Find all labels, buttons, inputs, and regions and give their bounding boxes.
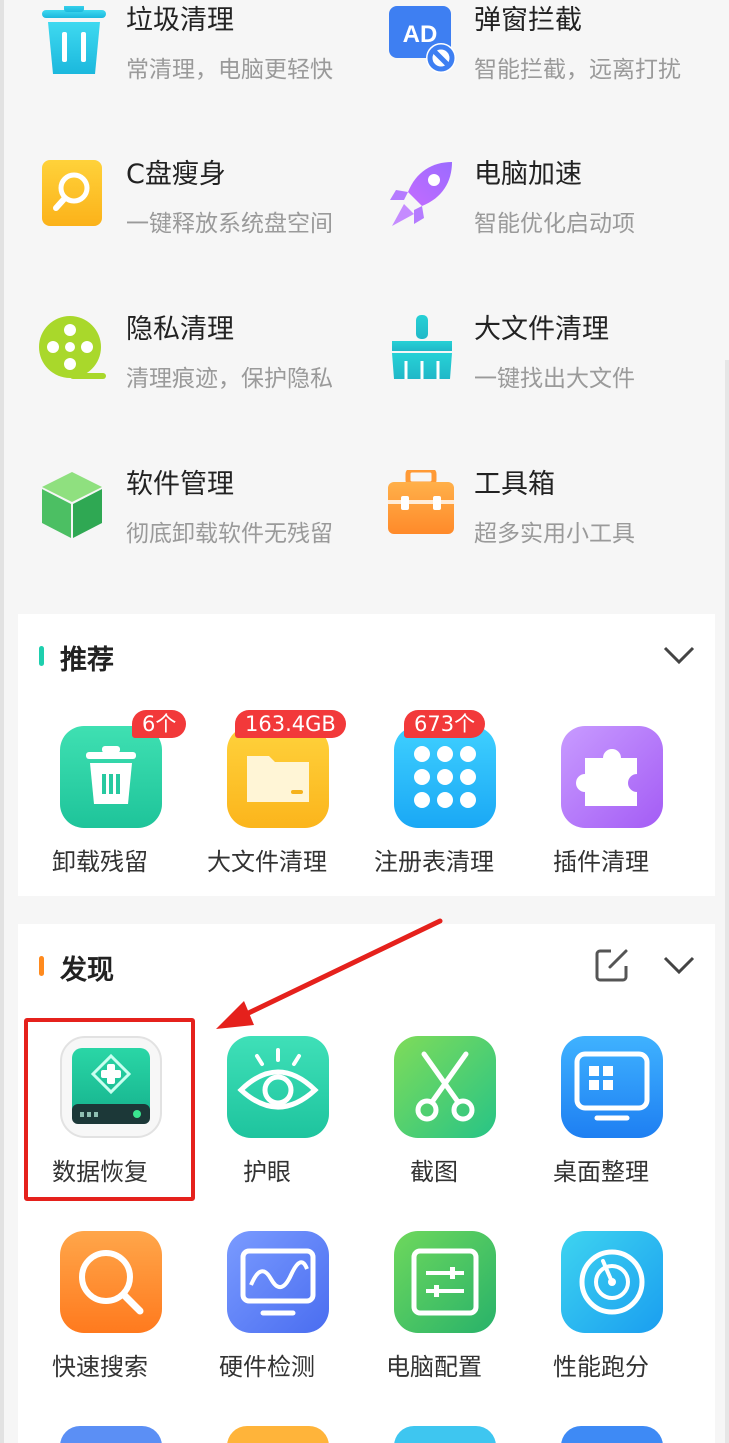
broom-icon <box>392 315 452 379</box>
recommend-item-label: 卸载残留 <box>52 848 148 876</box>
chevron-down-icon[interactable] <box>661 640 697 670</box>
count-badge: 673个 <box>404 710 486 738</box>
eye-icon <box>227 1036 329 1138</box>
size-badge: 163.4GB <box>235 710 346 738</box>
recommend-item-big-file[interactable]: 大文件清理 163.4GB <box>187 710 347 896</box>
recommend-item-plugin[interactable]: 插件清理 <box>521 726 681 896</box>
uninstall-trash-icon <box>60 726 162 828</box>
tool-big-file[interactable]: 大文件清理 一键找出大文件 <box>386 314 716 425</box>
tool-desc: 智能拦截，远离打扰 <box>474 57 681 83</box>
tool-title: C盘瘦身 <box>126 159 226 190</box>
count-badge: 6个 <box>132 710 187 738</box>
discover-item-eye-care[interactable]: 护眼 <box>187 1036 347 1206</box>
section-accent-bar <box>39 646 44 666</box>
svg-text:AD: AD <box>403 21 438 48</box>
discover-item-benchmark[interactable]: 性能跑分 <box>521 1231 681 1401</box>
discover-item-label: 性能跑分 <box>553 1353 649 1381</box>
discover-item-label: 电脑配置 <box>386 1353 482 1381</box>
app-icon-partial[interactable] <box>561 1426 663 1443</box>
puzzle-icon <box>561 726 663 828</box>
recommend-item-label: 注册表清理 <box>374 848 494 876</box>
section-title: 推荐 <box>60 645 114 676</box>
settings-panel-icon <box>394 1231 496 1333</box>
tool-title: 隐私清理 <box>126 314 234 345</box>
discover-item-quick-search[interactable]: 快速搜索 <box>20 1231 180 1401</box>
tool-popup-block[interactable]: AD 弹窗拦截 智能拦截，远离打扰 <box>386 5 716 116</box>
tool-desc: 智能优化启动项 <box>474 211 635 237</box>
discover-item-desktop-organize[interactable]: 桌面整理 <box>521 1036 681 1206</box>
rocket-icon <box>390 162 452 226</box>
tool-title: 工具箱 <box>474 469 555 500</box>
discover-item-screenshot[interactable]: 截图 <box>354 1036 514 1206</box>
desktop-grid-icon <box>561 1036 663 1138</box>
tool-speed-up[interactable]: 电脑加速 智能优化启动项 <box>386 159 716 270</box>
section-accent-bar <box>39 956 44 976</box>
tool-c-drive[interactable]: C盘瘦身 一键释放系统盘空间 <box>38 159 368 270</box>
discover-item-label: 硬件检测 <box>219 1353 315 1381</box>
highlight-box <box>24 1018 195 1201</box>
tool-desc: 一键找出大文件 <box>474 366 635 392</box>
chevron-down-icon[interactable] <box>661 950 697 980</box>
film-reel-icon <box>39 316 106 379</box>
discover-item-label: 快速搜索 <box>52 1353 148 1381</box>
trash-icon <box>42 6 106 74</box>
recommend-item-registry[interactable]: 注册表清理 673个 <box>354 710 514 896</box>
tool-title: 弹窗拦截 <box>474 5 582 36</box>
scissors-icon <box>394 1036 496 1138</box>
discover-item-label: 截图 <box>410 1158 458 1186</box>
recommend-card: 推荐 卸载残留 6个 大文件清理 163.4GB 注册表清理 673个 插件清理 <box>18 614 715 896</box>
app-icon-partial[interactable] <box>60 1426 162 1443</box>
tool-desc: 一键释放系统盘空间 <box>126 211 333 237</box>
tool-title: 软件管理 <box>126 469 234 500</box>
tool-title: 垃圾清理 <box>126 5 234 36</box>
annotation-arrow-icon <box>216 918 443 1029</box>
tool-privacy-clean[interactable]: 隐私清理 清理痕迹，保护隐私 <box>38 314 368 425</box>
scrollbar[interactable] <box>725 360 729 1443</box>
app-icon-partial[interactable] <box>394 1426 496 1443</box>
tool-junk-clean[interactable]: 垃圾清理 常清理，电脑更轻快 <box>38 5 368 116</box>
app-icon-partial[interactable] <box>227 1426 329 1443</box>
recommend-item-label: 插件清理 <box>553 848 649 876</box>
section-title: 发现 <box>60 955 114 986</box>
magnifier-icon <box>60 1231 162 1333</box>
tool-toolbox[interactable]: 工具箱 超多实用小工具 <box>386 469 716 580</box>
tool-title: 电脑加速 <box>474 159 582 190</box>
disk-search-icon <box>42 160 102 226</box>
ad-block-icon: AD <box>389 6 456 73</box>
discover-item-label: 桌面整理 <box>553 1158 649 1186</box>
cube-icon <box>42 472 102 538</box>
toolbox-icon <box>388 470 454 534</box>
tool-software-manage[interactable]: 软件管理 彻底卸载软件无残留 <box>38 469 368 580</box>
tool-desc: 常清理，电脑更轻快 <box>126 57 333 83</box>
recommend-item-label: 大文件清理 <box>207 848 327 876</box>
gauge-icon <box>561 1231 663 1333</box>
tool-desc: 清理痕迹，保护隐私 <box>126 366 333 392</box>
discover-item-label: 护眼 <box>243 1158 291 1186</box>
recommend-item-uninstall[interactable]: 卸载残留 6个 <box>20 710 187 896</box>
registry-grid-icon <box>394 726 496 828</box>
discover-item-pc-config[interactable]: 电脑配置 <box>354 1231 514 1401</box>
tool-desc: 彻底卸载软件无残留 <box>126 521 333 547</box>
monitor-wave-icon <box>227 1231 329 1333</box>
discover-item-hardware-check[interactable]: 硬件检测 <box>187 1231 347 1401</box>
tool-desc: 超多实用小工具 <box>474 521 635 547</box>
edit-icon[interactable] <box>593 946 631 984</box>
folder-icon <box>227 726 329 828</box>
tool-title: 大文件清理 <box>474 314 609 345</box>
